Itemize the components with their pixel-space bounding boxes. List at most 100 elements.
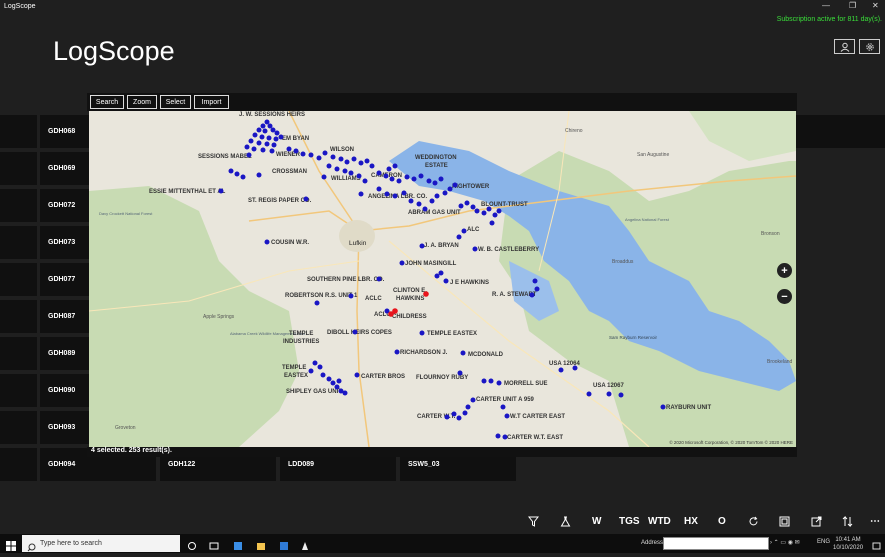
- more-icon[interactable]: ⋯: [870, 516, 880, 527]
- well-label: WEDDINGTON: [415, 155, 457, 161]
- forest-area-ne: [689, 111, 796, 161]
- well-label: CARTER UNIT A 959: [476, 397, 535, 403]
- sort-icon[interactable]: [842, 515, 853, 530]
- place-label: San Augustine: [637, 152, 669, 158]
- well-label: WILSON: [330, 147, 354, 153]
- gear-icon: [865, 42, 874, 51]
- subscription-status: Subscription active for 811 day(s).: [776, 16, 882, 23]
- close-icon[interactable]: ✕: [872, 1, 879, 10]
- select-button[interactable]: Select: [160, 95, 191, 109]
- well-tile-stub[interactable]: [0, 337, 37, 370]
- grid-icon[interactable]: [779, 516, 790, 530]
- well-tile-stub[interactable]: [0, 448, 37, 481]
- well-label: TEMPLE EASTEX: [427, 331, 477, 337]
- map-view[interactable]: Lufkin Chireno Broaddus Apple Springs Al…: [89, 111, 796, 447]
- city-area: [339, 220, 375, 252]
- zoom-in-button[interactable]: +: [777, 263, 792, 278]
- well-label: USA 12067: [593, 383, 624, 389]
- tool-hx-button[interactable]: HX: [684, 516, 698, 527]
- well-label: JOHN MASINGILL: [405, 261, 457, 267]
- well-tile-stub[interactable]: [796, 115, 885, 148]
- place-label: Broaddus: [612, 259, 634, 265]
- map-canvas[interactable]: Lufkin Chireno Broaddus Apple Springs Al…: [89, 111, 796, 447]
- well-tile-stub[interactable]: [0, 263, 37, 296]
- well-label: ANGELINA LBR. CO.: [368, 194, 427, 200]
- notification-icon[interactable]: [872, 538, 881, 556]
- road-south: [356, 230, 370, 447]
- place-label: Chireno: [565, 128, 583, 134]
- well-tile-stub[interactable]: [0, 226, 37, 259]
- flask-icon[interactable]: [560, 516, 571, 530]
- well-label: W.T CARTER EAST: [510, 414, 565, 420]
- filter-icon[interactable]: [527, 516, 540, 530]
- well-label: INDUSTRIES: [283, 339, 319, 345]
- place-label: Davy Crockett National Forest: [99, 211, 153, 216]
- well-label: RAYBURN UNIT: [666, 405, 711, 411]
- app-icon[interactable]: [233, 538, 243, 550]
- folder-icon[interactable]: [256, 538, 266, 550]
- user-icon: [840, 42, 849, 52]
- tool-tgs-button[interactable]: TGS: [619, 516, 640, 527]
- refresh-icon[interactable]: [748, 516, 759, 530]
- search-button[interactable]: Search: [90, 95, 124, 109]
- well-label: TEMPLE: [289, 331, 313, 337]
- cortana-icon[interactable]: [187, 538, 197, 550]
- system-tray-icons[interactable]: › ⌃ ▭ ◉ ✉: [770, 539, 800, 546]
- well-label: CARTER W.T.: [417, 414, 456, 420]
- place-label: Angelina National Forest: [625, 217, 670, 222]
- place-label: Apple Springs: [203, 314, 235, 320]
- well-tile-stub[interactable]: [0, 374, 37, 407]
- export-icon[interactable]: [811, 516, 822, 530]
- well-tile-stub[interactable]: [0, 300, 37, 333]
- clock-time: 10:41 AM: [835, 537, 861, 543]
- well-label: J E HAWKINS: [450, 280, 489, 286]
- logscope-taskbar-icon[interactable]: [300, 538, 310, 550]
- clock[interactable]: 10:41 AM 10/10/2020: [833, 536, 863, 552]
- user-button[interactable]: [834, 39, 855, 54]
- well-label: MORRELL SUE: [504, 381, 548, 387]
- search-icon: [27, 539, 36, 557]
- well-tile-stub[interactable]: [0, 411, 37, 444]
- store-icon[interactable]: [279, 538, 289, 550]
- map-copyright: © 2020 Microsoft Corporation, © 2020 Tom…: [669, 440, 793, 445]
- windows-start-icon[interactable]: [6, 538, 16, 551]
- taskbar-search-input[interactable]: Type here to search: [22, 535, 180, 552]
- place-label: Groveton: [115, 425, 136, 431]
- well-label: FLOURNOY RUBY: [416, 375, 468, 381]
- tool-o-button[interactable]: O: [718, 516, 726, 527]
- task-view-icon[interactable]: [209, 538, 219, 550]
- well-tile-stub[interactable]: [0, 189, 37, 222]
- well-label: EM BYAN: [282, 136, 309, 142]
- window-titlebar: LogScope — ❐ ✕: [0, 0, 885, 14]
- well-label: COUSIN W.R.: [271, 240, 309, 246]
- well-label: ESTATE: [425, 163, 448, 169]
- map-status: 4 selected. 253 result(s).: [87, 447, 797, 457]
- tool-w-button[interactable]: W: [592, 516, 601, 527]
- well-label: W. B. CASTLEBERRY: [478, 247, 539, 253]
- zoom-button[interactable]: Zoom: [127, 95, 157, 109]
- well-tile-stub[interactable]: [0, 152, 37, 185]
- language-indicator[interactable]: ENG: [817, 539, 830, 545]
- settings-button[interactable]: [859, 39, 880, 54]
- minimize-icon[interactable]: —: [822, 1, 830, 10]
- well-label: ROBERTSON R.S. UNIT 1: [285, 293, 358, 299]
- zoom-out-button[interactable]: −: [777, 289, 792, 304]
- tool-wtd-button[interactable]: WTD: [648, 516, 671, 527]
- import-button[interactable]: Import: [194, 95, 229, 109]
- well-label: SOUTHERN PINE LBR. CO.: [307, 277, 385, 283]
- well-label: DIBOLL HEIRS COPES: [327, 330, 392, 336]
- well-label: CHILDRESS: [392, 314, 427, 320]
- well-tile-stub[interactable]: [0, 115, 37, 148]
- well-label: ACLC: [365, 296, 382, 302]
- restore-icon[interactable]: ❐: [849, 1, 856, 10]
- well-label: ABRAM GAS UNIT: [408, 210, 461, 216]
- window-title: LogScope: [4, 3, 36, 10]
- place-label: Brookeland: [767, 359, 793, 365]
- well-label: MCDONALD: [468, 352, 504, 358]
- address-input[interactable]: [663, 537, 769, 550]
- well-label: J. W. SESSIONS HEIRS: [239, 112, 305, 118]
- app-title: LogScope: [53, 36, 175, 66]
- place-label: Lufkin: [349, 240, 367, 247]
- well-label: SHIPLEY GAS UNIT: [286, 389, 342, 395]
- well-label: RICHARDSON J.: [400, 350, 448, 356]
